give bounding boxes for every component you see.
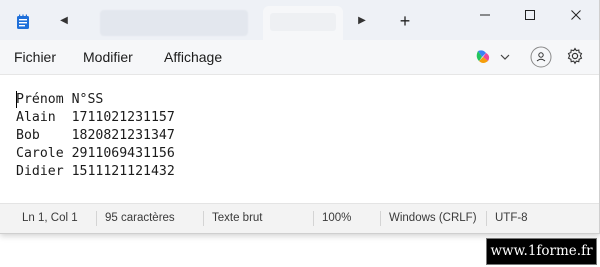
text-editor[interactable]: Prénom N°SS Alain 1711021231157 Bob 1820…	[0, 75, 599, 203]
status-separator	[486, 211, 487, 226]
menu-affichage[interactable]: Affichage	[164, 49, 222, 65]
status-zoom: 100%	[322, 212, 352, 224]
close-icon	[571, 10, 581, 20]
status-separator	[203, 211, 204, 226]
maximize-button[interactable]	[507, 0, 553, 30]
status-format: Texte brut	[212, 212, 263, 224]
tab-blurred[interactable]	[100, 10, 248, 36]
menu-fichier[interactable]: Fichier	[14, 49, 56, 65]
minimize-button[interactable]	[462, 0, 508, 30]
status-separator	[313, 211, 314, 226]
status-line-endings: Windows (CRLF)	[389, 212, 477, 224]
menu-modifier[interactable]: Modifier	[83, 49, 133, 65]
minimize-icon	[480, 14, 490, 16]
status-separator	[96, 211, 97, 226]
account-icon[interactable]	[530, 46, 552, 68]
text-caret	[16, 91, 17, 108]
title-bar: ◀ ▶ +	[0, 0, 599, 40]
notepad-window: ◀ ▶ + Fichier Modifier Affichage Prénom …	[0, 0, 600, 234]
status-cursor-position: Ln 1, Col 1	[22, 212, 78, 224]
tab-active-blurred-title	[270, 13, 336, 31]
tabs-scroll-right-button[interactable]: ▶	[356, 15, 368, 27]
copilot-icon[interactable]	[474, 48, 492, 66]
gear-icon[interactable]	[566, 47, 584, 65]
status-encoding: UTF-8	[495, 212, 528, 224]
status-separator	[380, 211, 381, 226]
close-button[interactable]	[553, 0, 599, 30]
new-tab-button[interactable]: +	[396, 12, 414, 30]
status-char-count: 95 caractères	[105, 212, 175, 224]
editor-content[interactable]: Prénom N°SS Alain 1711021231157 Bob 1820…	[16, 91, 175, 181]
status-bar: Ln 1, Col 1 95 caractères Texte brut 100…	[0, 203, 599, 233]
chevron-down-icon[interactable]	[499, 51, 511, 63]
watermark-label: www.1forme.fr	[486, 238, 597, 265]
maximize-icon	[525, 10, 535, 20]
tabs-scroll-left-button[interactable]: ◀	[58, 15, 70, 27]
notepad-app-icon	[17, 14, 29, 29]
